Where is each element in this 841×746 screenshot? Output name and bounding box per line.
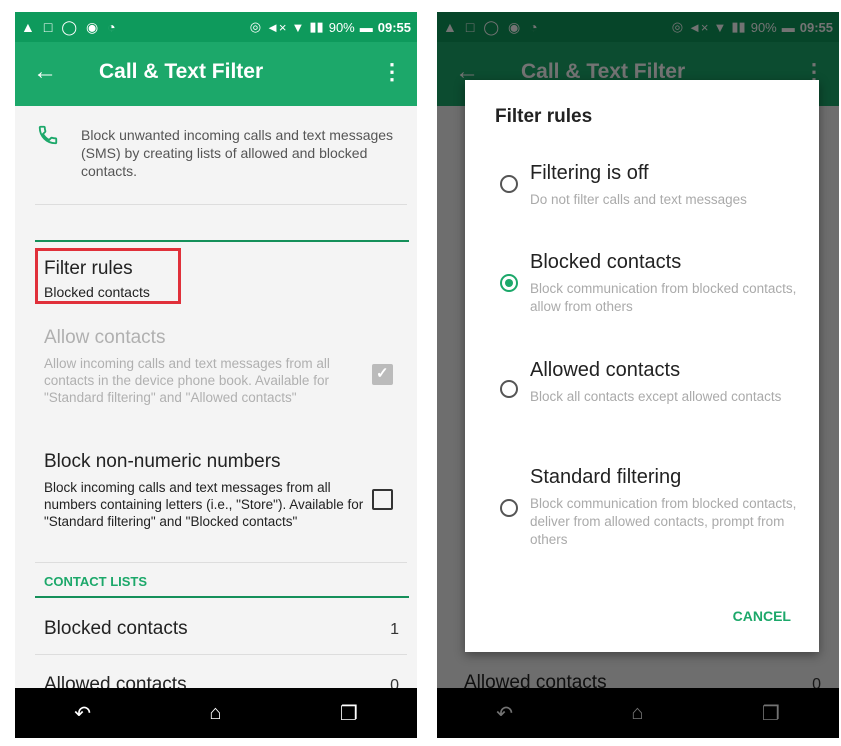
radio-button[interactable]	[500, 499, 518, 517]
divider	[35, 562, 407, 563]
back-nav-icon[interactable]: ↶	[74, 701, 91, 726]
recents-nav-icon[interactable]: ❐	[340, 701, 358, 726]
more-vert-icon[interactable]: ⋮	[381, 58, 403, 86]
wifi-icon: ▼	[291, 19, 305, 35]
notification-icons: ▲ □ ◯ ◉ ◔	[21, 19, 116, 36]
radio-button[interactable]	[500, 380, 518, 398]
right-screen: ▲ □ ◯ ◉ ◔ ◎ ◄× ▼ ▮▮ 90% ▬ 09:55 ← Call &…	[437, 12, 839, 738]
block-non-numeric-summary: Block incoming calls and text messages f…	[44, 480, 364, 529]
person-icon: ▲	[21, 18, 35, 35]
clock: 09:55	[377, 19, 411, 35]
status-bar: ▲ □ ◯ ◉ ◔ ◎ ◄× ▼ ▮▮ 90% ▬ 09:55	[15, 12, 417, 42]
blocked-contacts-label: Blocked contacts	[44, 618, 188, 639]
section-divider	[35, 596, 409, 598]
option-summary: Block communication from blocked contact…	[530, 281, 797, 314]
radio-button-selected[interactable]	[500, 274, 518, 292]
option-title: Allowed contacts	[530, 359, 681, 381]
lock-icon: ◉	[86, 18, 99, 35]
divider	[35, 654, 407, 655]
cancel-button[interactable]: CANCEL	[733, 608, 791, 624]
settings-list: Block unwanted incoming calls and text m…	[15, 106, 417, 695]
left-screen: ▲ □ ◯ ◉ ◔ ◎ ◄× ▼ ▮▮ 90% ▬ 09:55 ← Call &…	[15, 12, 417, 738]
blocked-contacts-count: 1	[390, 621, 399, 638]
app-title: Call & Text Filter	[99, 60, 264, 83]
divider	[35, 204, 407, 205]
allow-contacts-title: Allow contacts	[44, 327, 166, 348]
mute-icon: ◄×	[266, 19, 287, 35]
alarm-icon: ◎	[249, 19, 262, 34]
option-title: Blocked contacts	[530, 251, 682, 273]
nav-bar: ↶ ⌂ ❐	[15, 688, 417, 738]
back-arrow-icon[interactable]: ←	[33, 58, 57, 86]
option-title: Standard filtering	[530, 466, 682, 488]
app-icon: □	[43, 18, 53, 35]
app-bar: ← Call & Text Filter ⋮	[15, 42, 417, 106]
home-nav-icon[interactable]: ⌂	[209, 702, 221, 725]
section-divider	[35, 240, 409, 242]
header-description: Block unwanted incoming calls and text m…	[81, 127, 394, 179]
highlight-box	[35, 248, 181, 304]
block-non-numeric-title: Block non-numeric numbers	[44, 451, 281, 472]
filter-rules-dialog: Filter rules Filtering is off Do not fil…	[465, 80, 819, 652]
radio-button[interactable]	[500, 175, 518, 193]
option-title: Filtering is off	[530, 162, 649, 184]
dialog-title: Filter rules	[495, 106, 593, 127]
contact-lists-header: CONTACT LISTS	[44, 574, 148, 589]
shield-icon: ◯	[61, 18, 77, 35]
option-summary: Do not filter calls and text messages	[530, 192, 747, 207]
allow-contacts-summary: Allow incoming calls and text messages f…	[44, 356, 330, 405]
option-summary: Block all contacts except allowed contac…	[530, 389, 782, 404]
signal-icon: ▮▮	[309, 19, 324, 34]
option-summary: Block communication from blocked contact…	[530, 496, 797, 547]
allow-contacts-checkbox[interactable]	[372, 364, 393, 385]
block-non-numeric-checkbox[interactable]	[372, 489, 393, 510]
sync-icon: ◔	[107, 18, 116, 35]
battery-percent: 90%	[328, 19, 355, 35]
phone-icon	[37, 124, 59, 146]
battery-icon: ▬	[359, 19, 373, 35]
